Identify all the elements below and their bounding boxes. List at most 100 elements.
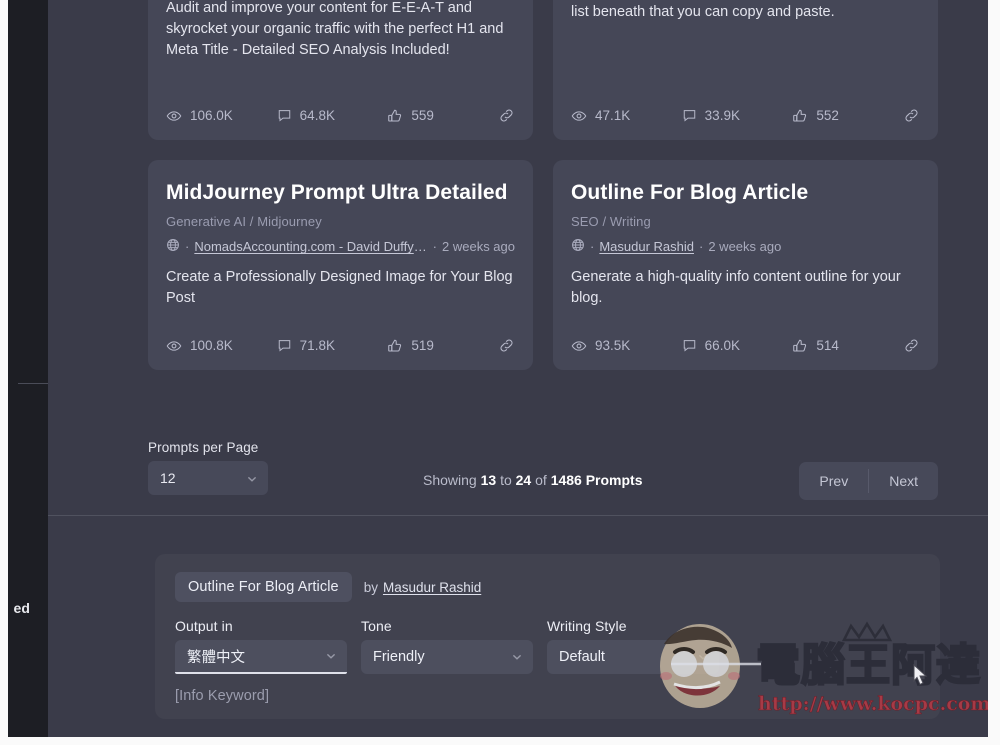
views-count: 93.5K — [595, 338, 631, 354]
prompt-card[interactable]: Create a list of keywords related to you… — [553, 0, 938, 140]
window-frame-left — [0, 0, 8, 745]
prev-page-button[interactable]: Prev — [799, 462, 868, 500]
card-stats: 100.8K 71.8K 519 — [166, 337, 515, 354]
meta-dot: · — [590, 239, 595, 255]
field-writing-style: Writing Style Default — [547, 618, 719, 674]
prompts-per-page-select[interactable]: 12 — [148, 461, 268, 495]
meta-dot: · — [432, 239, 437, 255]
next-page-button[interactable]: Next — [869, 462, 938, 500]
showing-prefix: Showing — [423, 472, 477, 488]
prompt-form-card: Outline For Blog Article by Masudur Rashi… — [155, 554, 940, 719]
card-author-link[interactable]: Masudur Rashid — [599, 239, 694, 254]
card-stats: 93.5K 66.0K 514 — [571, 337, 920, 354]
card-category: Generative AI / Midjourney — [166, 214, 322, 230]
comments-stat: 64.8K — [277, 108, 388, 123]
prompt-grid: · @FlorianKluge · 2 weeks ago Audit and … — [148, 0, 938, 371]
app-surface: · @FlorianKluge · 2 weeks ago Audit and … — [48, 0, 988, 737]
chevron-down-icon — [325, 650, 337, 662]
field-label: Output in — [175, 618, 233, 634]
likes-stat: 514 — [792, 338, 903, 354]
meta-dot: · — [699, 239, 704, 255]
prompt-form-header: Outline For Blog Article by Masudur Rashi… — [175, 572, 920, 602]
field-output-in: Output in 繁體中文 — [175, 618, 347, 674]
card-description: Generate a high-quality info content out… — [571, 269, 901, 307]
likes-count: 519 — [411, 338, 434, 354]
card-stats: 47.1K 33.9K 552 — [571, 107, 920, 124]
showing-from: 13 — [480, 472, 497, 488]
prompt-author-link[interactable]: Masudur Rashid — [383, 580, 481, 595]
comment-icon — [277, 338, 292, 353]
card-meta: · NomadsAccounting.com - David Duffy ...… — [166, 238, 515, 255]
copy-link-button[interactable] — [498, 337, 515, 354]
left-rail — [8, 0, 54, 737]
window-frame-bottom — [0, 737, 1000, 745]
globe-icon — [166, 238, 180, 255]
prompt-card[interactable]: · @FlorianKluge · 2 weeks ago Audit and … — [148, 0, 533, 140]
showing-to: 24 — [515, 472, 532, 488]
comments-stat: 71.8K — [277, 338, 388, 353]
copy-link-button[interactable] — [498, 107, 515, 124]
showing-range-text: Showing 13 to 24 of 1486 Prompts — [423, 472, 643, 488]
views-stat: 93.5K — [571, 338, 682, 354]
card-category: SEO / Writing — [571, 214, 651, 230]
prompt-form-fields: Output in 繁體中文 Tone Friendly Writing Sty… — [175, 618, 920, 674]
chevron-down-icon — [246, 472, 258, 484]
likes-stat: 552 — [792, 108, 903, 124]
rail-truncated-label: ed — [13, 600, 30, 616]
link-icon — [903, 337, 920, 354]
comments-count: 64.8K — [299, 108, 335, 123]
comments-stat: 66.0K — [682, 338, 793, 353]
comments-count: 66.0K — [704, 338, 740, 354]
globe-icon — [571, 238, 585, 255]
showing-total: 1486 Prompts — [550, 472, 643, 488]
active-prompt-chip[interactable]: Outline For Blog Article — [175, 572, 352, 602]
thumbs-up-icon — [792, 338, 808, 354]
prompts-per-page-label: Prompts per Page — [148, 440, 259, 455]
thumbs-up-icon — [387, 338, 403, 354]
views-count: 100.8K — [190, 338, 233, 354]
likes-count: 552 — [816, 108, 839, 123]
window-frame-right — [988, 0, 1000, 745]
chevron-down-icon — [697, 651, 709, 663]
prompt-card[interactable]: MidJourney Prompt Ultra Detailed Generat… — [148, 160, 533, 371]
writing-style-value: Default — [559, 649, 605, 665]
likes-stat: 559 — [387, 108, 498, 124]
output-in-value: 繁體中文 — [187, 649, 245, 666]
output-in-select[interactable]: 繁體中文 — [175, 640, 347, 674]
eye-icon — [571, 108, 587, 124]
keyword-input-placeholder[interactable]: [Info Keyword] — [175, 688, 920, 704]
copy-link-button[interactable] — [903, 337, 920, 354]
card-title: Outline For Blog Article — [571, 181, 809, 204]
showing-of-word: of — [535, 472, 547, 488]
comments-stat: 33.9K — [682, 108, 793, 123]
mouse-cursor — [913, 663, 929, 691]
card-author-link[interactable]: NomadsAccounting.com - David Duffy ... — [194, 239, 427, 254]
pagination-buttons: Prev Next — [799, 462, 938, 500]
field-label: Tone — [361, 618, 392, 634]
eye-icon — [166, 338, 182, 354]
tone-value: Friendly — [373, 649, 425, 665]
comments-count: 33.9K — [704, 108, 740, 123]
chevron-down-icon — [511, 651, 523, 663]
prompt-card[interactable]: Outline For Blog Article SEO / Writing ·… — [553, 160, 938, 371]
writing-style-select[interactable]: Default — [547, 640, 719, 674]
card-spacer — [166, 309, 515, 323]
by-word: by — [363, 579, 378, 595]
card-spacer — [166, 61, 515, 93]
eye-icon — [166, 108, 182, 124]
link-icon — [498, 337, 515, 354]
views-stat: 106.0K — [166, 108, 277, 124]
prompt-form-panel: Outline For Blog Article by Masudur Rashi… — [48, 516, 988, 737]
card-meta: · Masudur Rashid · 2 weeks ago — [571, 238, 920, 255]
eye-icon — [571, 338, 587, 354]
tone-select[interactable]: Friendly — [361, 640, 533, 674]
copy-link-button[interactable] — [903, 107, 920, 124]
card-stats: 106.0K 64.8K 559 — [166, 107, 515, 124]
comment-icon — [682, 108, 697, 123]
views-count: 47.1K — [595, 108, 631, 123]
thumbs-up-icon — [387, 108, 403, 124]
comment-icon — [682, 338, 697, 353]
card-description: Audit and improve your content for E-E-A… — [166, 0, 504, 59]
screenshot-root: ed · @FlorianKluge · 2 weeks — [0, 0, 1000, 745]
card-time: 2 weeks ago — [708, 239, 782, 255]
